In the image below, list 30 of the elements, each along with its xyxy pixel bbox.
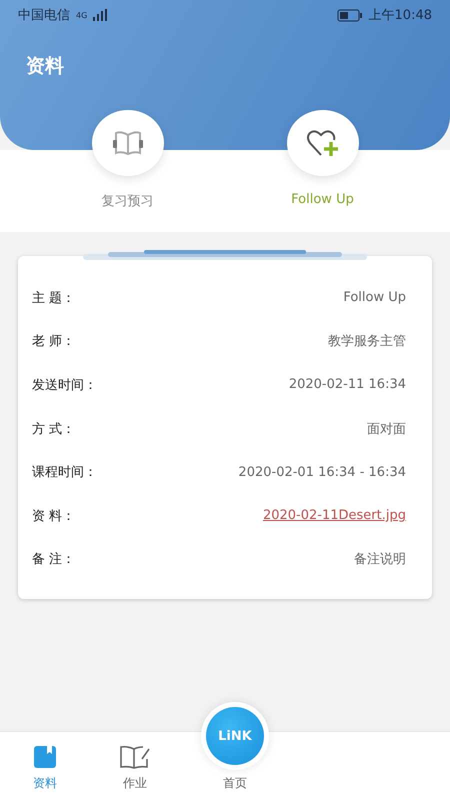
nav-tab[interactable]: 作业 <box>90 732 180 800</box>
category-tab[interactable]: Follow Up <box>258 110 388 232</box>
detail-label: 老 师： <box>32 333 76 350</box>
detail-label: 资 料： <box>32 508 76 525</box>
detail-value: 2020-02-11 16:34 <box>288 377 406 392</box>
battery-icon <box>336 8 363 22</box>
detail-value: 教学服务主管 <box>328 333 406 350</box>
detail-label: 课程时间： <box>32 464 97 482</box>
carrier-name: 中国电信 <box>18 7 70 24</box>
detail-value: 2020-02-01 16:34 - 16:34 <box>238 464 406 480</box>
network-type: 4G <box>76 10 88 20</box>
detail-label: 发送时间： <box>32 376 97 394</box>
signal-icon <box>93 9 108 21</box>
bookmark-book-icon <box>33 745 57 769</box>
detail-value: 备注说明 <box>354 551 406 568</box>
detail-label: 方 式： <box>32 420 76 438</box>
home-link-button[interactable]: LiNK <box>206 707 264 765</box>
heart-plus-icon <box>306 128 340 158</box>
nav-tab[interactable]: 资料 <box>0 732 90 800</box>
nav-label[interactable]: 首页 <box>223 775 247 792</box>
detail-value: 面对面 <box>367 420 406 438</box>
book-pencil-icon <box>119 745 151 769</box>
page-title: 资料 <box>26 54 65 79</box>
open-book-icon <box>112 129 144 157</box>
detail-value: Follow Up <box>343 290 406 306</box>
detail-label: 主 题： <box>32 290 76 307</box>
file-link[interactable]: 2020-02-11Desert.jpg <box>262 508 406 524</box>
detail-label: 备 注： <box>32 551 76 568</box>
category-tab[interactable]: 复习预习 <box>62 110 192 232</box>
clock-time: 上午10:48 <box>368 7 432 24</box>
